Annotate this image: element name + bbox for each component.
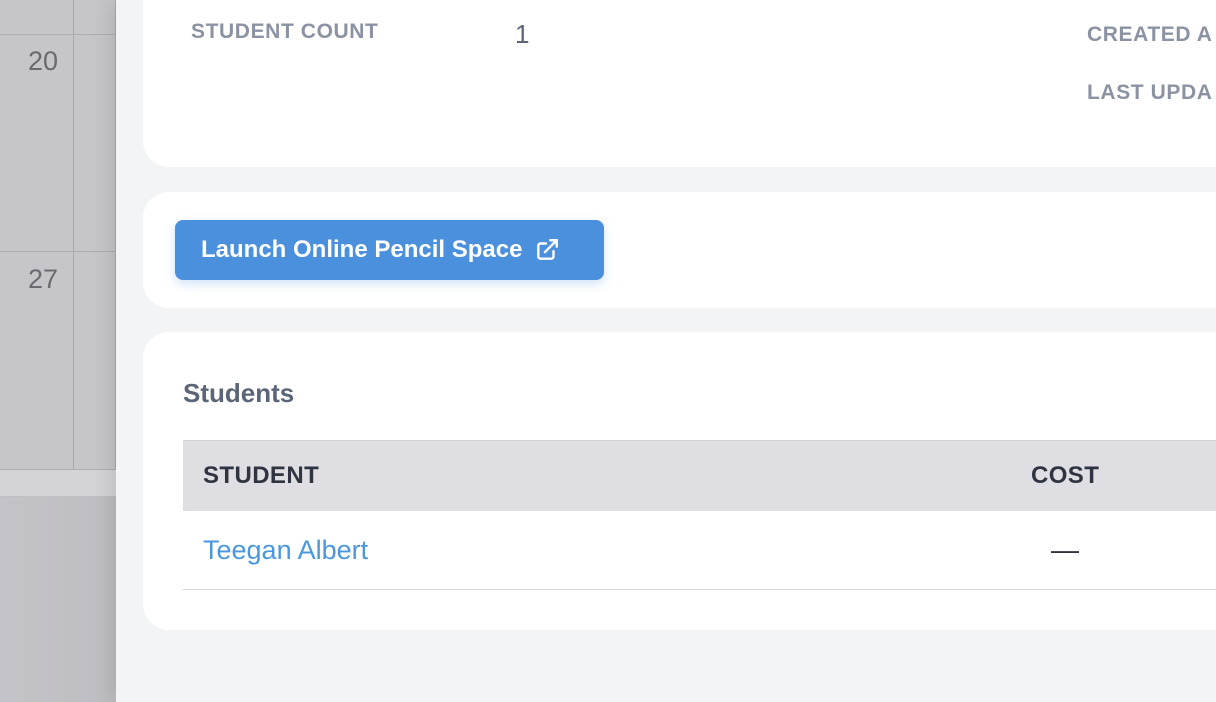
- student-count-value: 1: [515, 19, 530, 49]
- calendar-grid-line: [73, 0, 74, 470]
- column-header-cost: COST: [1031, 462, 1100, 489]
- student-name-link[interactable]: Teegan Albert: [203, 535, 368, 565]
- table-row: Teegan Albert —: [183, 511, 1216, 590]
- students-section-title: Students: [183, 378, 295, 408]
- students-card: Students STUDENT COST Teegan Albert —: [143, 332, 1216, 630]
- launch-card: Launch Online Pencil Space: [143, 192, 1216, 308]
- students-table-header: STUDENT COST: [183, 440, 1216, 511]
- lesson-info-card: STUDENT COUNT 1 CREATED A LAST UPDA: [143, 0, 1216, 167]
- calendar-backdrop: [0, 497, 116, 702]
- launch-button-label: Launch Online Pencil Space: [201, 236, 523, 263]
- calendar-grid-line: [0, 34, 116, 35]
- students-table: STUDENT COST Teegan Albert —: [183, 440, 1216, 590]
- lesson-detail-panel: STUDENT COUNT 1 CREATED A LAST UPDA Laun…: [116, 0, 1216, 702]
- background-calendar: 20 27: [0, 0, 116, 702]
- student-count-label: STUDENT COUNT: [191, 20, 379, 43]
- column-header-student: STUDENT: [203, 462, 320, 489]
- external-link-icon: [534, 237, 560, 263]
- last-updated-label: LAST UPDA: [1087, 81, 1213, 104]
- calendar-day-27[interactable]: 27: [28, 264, 58, 295]
- student-cost-value: —: [1051, 534, 1079, 565]
- calendar-grid: 20 27: [0, 0, 116, 470]
- created-at-label: CREATED A: [1087, 23, 1213, 46]
- launch-pencil-space-button[interactable]: Launch Online Pencil Space: [175, 220, 604, 280]
- calendar-grid-line: [0, 251, 116, 252]
- calendar-day-20[interactable]: 20: [28, 46, 58, 77]
- calendar-footer: [0, 470, 116, 497]
